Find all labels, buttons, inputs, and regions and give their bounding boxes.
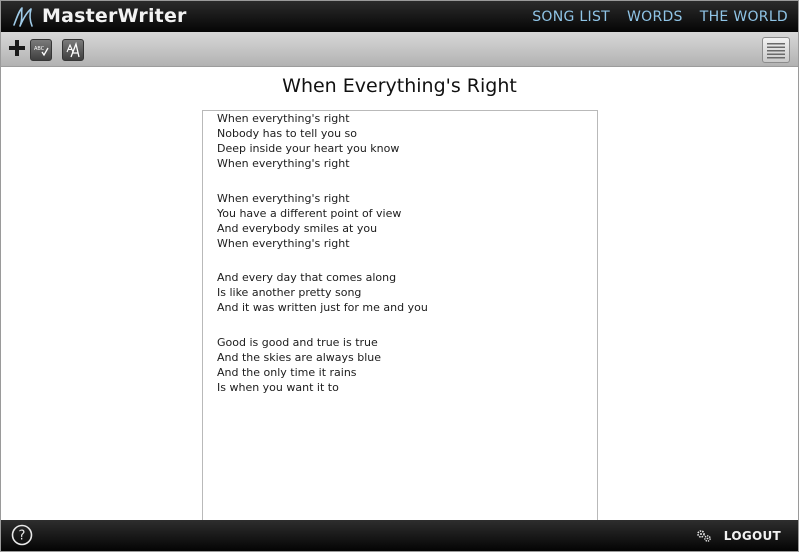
- lyric-line: When everything's right: [217, 192, 350, 205]
- bottom-bar: ? LOGOUT: [1, 520, 798, 551]
- spellcheck-icon: ABC: [34, 46, 49, 57]
- add-song-button[interactable]: [6, 37, 28, 59]
- lyric-line: When everything's right: [217, 112, 350, 125]
- logout-label: LOGOUT: [723, 528, 781, 543]
- nav-the-world[interactable]: THE WORLD: [700, 9, 788, 25]
- lyric-line: When everything's right: [217, 236, 350, 250]
- font-style-button[interactable]: [62, 39, 84, 61]
- editor-toolbar: ABC: [1, 32, 798, 67]
- masterwriter-logo-icon: [13, 7, 33, 27]
- spellcheck-icon-text: ABC: [34, 46, 45, 52]
- menu-lines-icon: [767, 43, 785, 59]
- verse-1: When everything's right Nobody has to te…: [217, 112, 399, 172]
- song-title: When Everything's Right: [282, 75, 517, 97]
- app-window: MasterWriter SONG LIST WORDS THE WORLD A…: [0, 0, 799, 552]
- verse-2: When everything's right You have a diffe…: [217, 192, 401, 252]
- top-bar: MasterWriter SONG LIST WORDS THE WORLD: [1, 1, 798, 32]
- logout-button[interactable]: LOGOUT: [696, 520, 781, 551]
- help-button[interactable]: ?: [11, 524, 33, 546]
- app-brand: MasterWriter: [42, 5, 187, 27]
- verse-4: Good is good and true is true And the sk…: [217, 336, 381, 396]
- nav-words[interactable]: WORDS: [627, 9, 683, 25]
- spellcheck-button[interactable]: ABC: [30, 39, 52, 61]
- lyric-line: Good is good and true is true: [217, 336, 378, 349]
- help-label: ?: [19, 529, 26, 544]
- lyric-line: Is like another pretty song: [217, 285, 362, 299]
- lyric-line: And the only time it rains: [217, 365, 357, 379]
- lyrics-editor[interactable]: When everything's right Nobody has to te…: [202, 110, 598, 540]
- nav-song-list[interactable]: SONG LIST: [532, 9, 610, 25]
- lyric-line: Is when you want it to: [217, 380, 339, 394]
- lyric-line: Deep inside your heart you know: [217, 141, 400, 155]
- menu-button[interactable]: [762, 37, 790, 63]
- lyric-line: You have a different point of view: [217, 206, 402, 220]
- verse-3: And every day that comes along Is like a…: [217, 271, 428, 316]
- main-nav: SONG LIST WORDS THE WORLD: [515, 1, 788, 32]
- lyric-line: And every day that comes along: [217, 271, 397, 284]
- lyric-line: When everything's right: [217, 156, 350, 170]
- lyric-line: Nobody has to tell you so: [217, 126, 357, 140]
- font-style-icon: [66, 41, 80, 58]
- lyric-line: And the skies are always blue: [217, 350, 382, 364]
- lyric-line: And it was written just for me and you: [217, 300, 428, 314]
- lyric-line: And everybody smiles at you: [217, 221, 378, 235]
- gears-icon: [696, 529, 711, 542]
